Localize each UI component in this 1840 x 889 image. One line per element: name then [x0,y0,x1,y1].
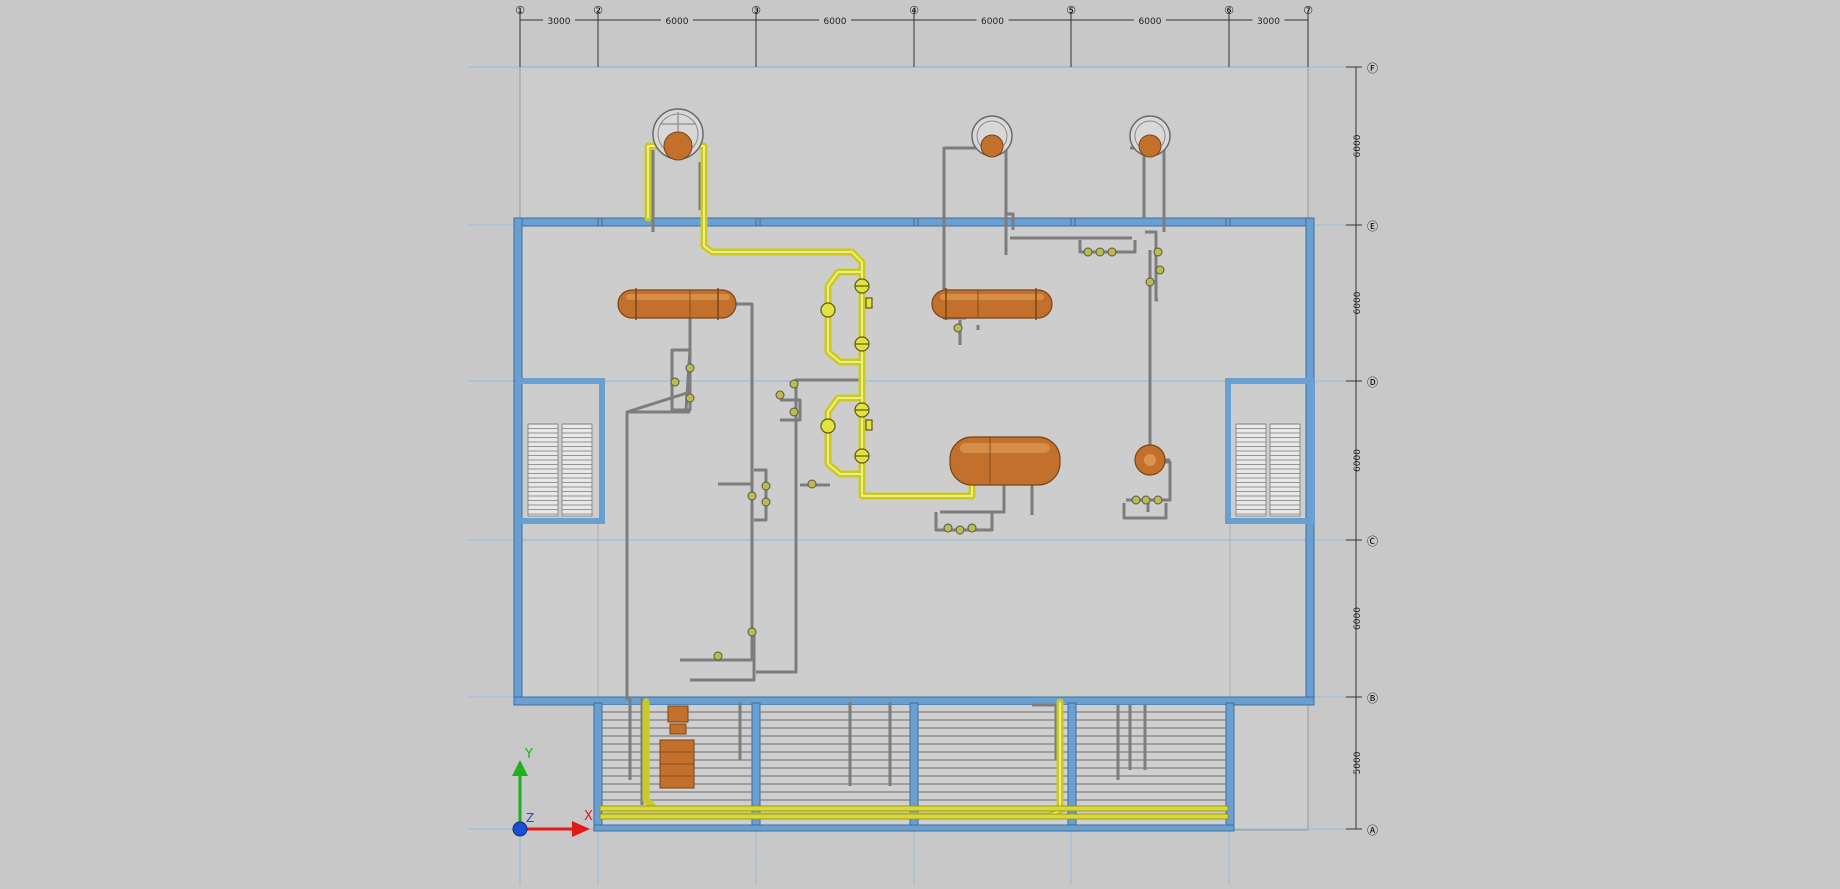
vessel-east-small[interactable] [1134,444,1166,476]
column-grid-bubbles: ① ② ③ ④ ⑤ ⑥ ⑦ [515,4,1313,17]
ucs-x-label: X [584,809,593,824]
wall-west-upper[interactable] [513,217,523,382]
vessel-west[interactable] [617,288,737,320]
plan-drawing: ①②③④⑤⑥⑦ 3000 6000 6000 6000 6000 3000 ⒻⒺⒹⒸⒷⒶ … [468,4,1378,885]
outdoor-slab-south-east [1231,701,1309,831]
column-spacing-label: 6000 [824,17,847,27]
ucs-axis-icon: Y X Z [512,747,593,837]
column-bubble-col-3: ③ [751,4,761,17]
compressor-east[interactable] [1129,115,1171,158]
row-spacing-label: 6000 [1353,607,1363,630]
row-bubble-row-F: Ⓕ [1367,62,1378,75]
column-bubble-col-5: ⑤ [1066,4,1076,17]
row-bubble-row-A: Ⓐ [1367,824,1378,837]
column-bubble-col-7: ⑦ [1303,4,1313,17]
column-spacing-label: 6000 [666,17,689,27]
compressor-middle[interactable] [971,115,1013,158]
ucs-z-label: Z [526,811,534,825]
cad-viewport[interactable]: ①②③④⑤⑥⑦ 3000 6000 6000 6000 6000 3000 Ⓕ Ⓔ Ⓓ Ⓒ Ⓑ Ⓐ … [0,0,1840,885]
wall-east-upper[interactable] [1305,217,1315,382]
column-spacing-label: 6000 [981,17,1004,27]
platform-edge-south [593,824,1235,832]
column-bubble-col-2: ② [593,4,603,17]
outdoor-slab-north [519,66,1309,226]
row-spacing-label: 6000 [1353,291,1363,314]
row-bubble-row-E: Ⓔ [1367,220,1378,233]
ucs-y-label: Y [524,747,533,762]
column-spacing-label: 3000 [548,17,571,27]
row-dimension-labels: 6000 6000 6000 6000 5000 [1353,134,1363,774]
row-bubble-row-C: Ⓒ [1367,535,1378,548]
row-spacing-label: 5000 [1353,751,1363,774]
dimension-top [519,12,1309,67]
compressor-west[interactable] [652,108,704,161]
column-spacing-label: 3000 [1257,17,1280,27]
column-bubble-col-6: ⑥ [1224,4,1234,17]
vessel-middle-lower[interactable] [949,436,1061,486]
dimension-right [1346,66,1362,830]
row-spacing-label: 6000 [1353,134,1363,157]
column-bubble-col-1: ① [515,4,525,17]
column-spacing-label: 6000 [1139,17,1162,27]
vessel-middle-upper[interactable] [931,288,1053,320]
row-bubble-row-B: Ⓑ [1367,692,1378,705]
row-spacing-label: 6000 [1353,449,1363,472]
column-bubble-col-4: ④ [909,4,919,17]
row-grid-bubbles: Ⓕ Ⓔ Ⓓ Ⓒ Ⓑ Ⓐ [1367,62,1378,837]
row-bubble-row-D: Ⓓ [1367,376,1378,389]
